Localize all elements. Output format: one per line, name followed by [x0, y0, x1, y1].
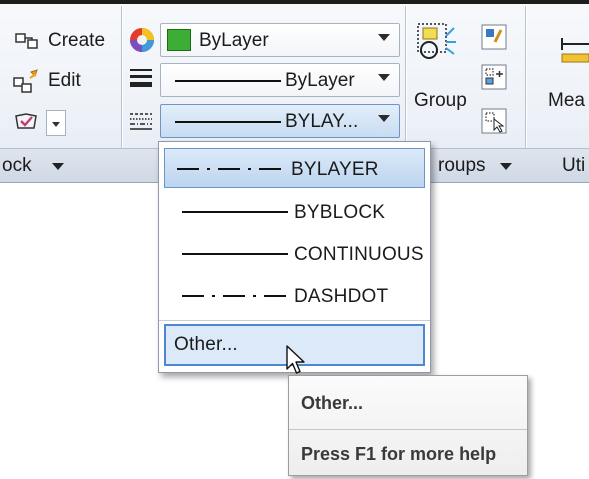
linetype-option-dashdot[interactable]: DASHDOT [164, 276, 425, 316]
group-button[interactable]: Group [414, 90, 467, 112]
ungroup-icon[interactable] [481, 24, 507, 55]
linetype-value: BYLAY... [285, 111, 359, 132]
linetype-option-label: BYLAYER [291, 159, 379, 180]
linetype-dropdown-list: BYLAYER BYBLOCK CONTINUOUS DASHDOT Other… [158, 141, 431, 373]
dashdot-line-sample [177, 168, 283, 170]
edit-block-button[interactable]: Edit [48, 70, 81, 92]
tooltip-divider [289, 429, 527, 430]
color-wheel-icon [128, 26, 156, 59]
ribbon-top-border [0, 0, 589, 4]
measure-icon [560, 30, 589, 71]
lineweight-icon [128, 66, 154, 95]
solid-line-sample [182, 253, 288, 255]
solid-line-sample [182, 211, 288, 213]
edit-block-icon [12, 68, 42, 101]
create-block-icon [14, 28, 40, 57]
tooltip: Other... Press F1 for more help [288, 375, 528, 476]
linetype-option-label: CONTINUOUS [294, 244, 424, 265]
block-panel-title[interactable]: ock [2, 155, 32, 177]
color-combo[interactable]: ByLayer [160, 23, 400, 57]
color-swatch [167, 29, 191, 51]
dashdot-line-sample [182, 295, 288, 297]
linetype-option-byblock[interactable]: BYBLOCK [164, 192, 425, 232]
linetype-icon [128, 110, 154, 137]
lineweight-sample [175, 80, 281, 82]
chevron-down-icon [52, 122, 60, 127]
chevron-down-icon [378, 74, 390, 81]
group-icon [416, 22, 460, 79]
groups-panel-title[interactable]: roups [438, 155, 486, 177]
lineweight-value: ByLayer [285, 70, 355, 91]
other-option-label: Other... [174, 334, 238, 355]
linetype-option-label: BYBLOCK [294, 202, 386, 223]
measure-button[interactable]: Mea [548, 90, 585, 112]
utilities-panel-title[interactable]: Uti [562, 155, 585, 177]
chevron-down-icon [378, 115, 390, 122]
tooltip-help-text: Press F1 for more help [301, 444, 497, 464]
linetype-option-continuous[interactable]: CONTINUOUS [164, 234, 425, 274]
tooltip-title: Other... [301, 393, 364, 413]
chevron-down-icon[interactable] [52, 163, 64, 170]
chevron-down-icon[interactable] [500, 163, 512, 170]
color-value: ByLayer [199, 30, 269, 51]
insert-attribute-icon[interactable] [12, 110, 40, 139]
lineweight-combo[interactable]: ByLayer [160, 63, 400, 97]
create-block-button[interactable]: Create [48, 30, 105, 52]
chevron-down-icon [378, 34, 390, 41]
group-selection-icon[interactable] [481, 108, 507, 139]
linetype-option-bylayer[interactable]: BYLAYER [164, 148, 425, 188]
linetype-option-label: DASHDOT [294, 286, 389, 307]
attribute-dropdown-button[interactable] [46, 110, 66, 136]
linetype-combo[interactable]: BYLAY... [160, 104, 400, 138]
linetype-sample [175, 121, 281, 123]
group-edit-icon[interactable] [481, 64, 507, 95]
dropdown-divider [159, 320, 430, 321]
